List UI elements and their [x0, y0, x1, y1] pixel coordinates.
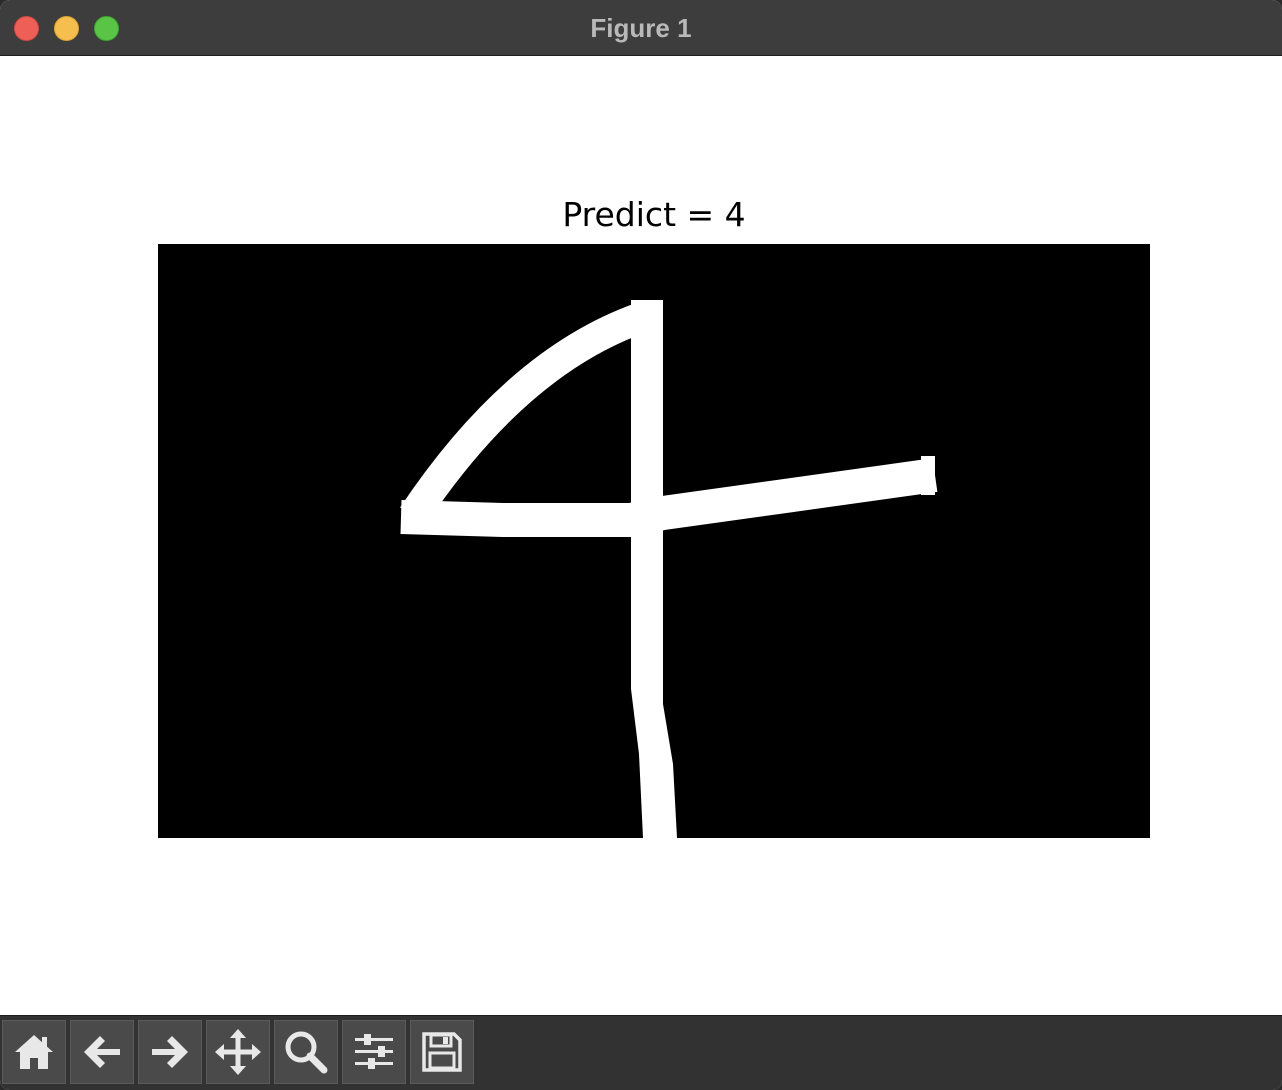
home-icon: [15, 1035, 53, 1069]
back-button[interactable]: [70, 1020, 134, 1084]
forward-button[interactable]: [138, 1020, 202, 1084]
window-title: Figure 1: [590, 13, 692, 43]
title-bar[interactable]: Figure 1: [0, 0, 1282, 56]
configure-subplots-button[interactable]: [342, 1020, 406, 1084]
arrow-right-icon: [152, 1036, 188, 1068]
arrow-left-icon: [84, 1036, 120, 1068]
sliders-icon: [355, 1034, 393, 1069]
save-icon: [422, 1032, 462, 1072]
zoom-button[interactable]: [274, 1020, 338, 1084]
digit-four-drawing: [158, 244, 1150, 838]
pan-button[interactable]: [206, 1020, 270, 1084]
move-icon: [215, 1029, 261, 1075]
zoom-icon: [285, 1031, 328, 1074]
home-button[interactable]: [2, 1020, 66, 1084]
figure-window: Figure 1 Predict = 4: [0, 0, 1282, 1090]
save-button[interactable]: [410, 1020, 474, 1084]
navigation-toolbar: [0, 1015, 1282, 1090]
figure-canvas[interactable]: Predict = 4: [0, 57, 1282, 1015]
plot-title: Predict = 4: [562, 195, 746, 234]
digit-image[interactable]: [158, 244, 1150, 838]
